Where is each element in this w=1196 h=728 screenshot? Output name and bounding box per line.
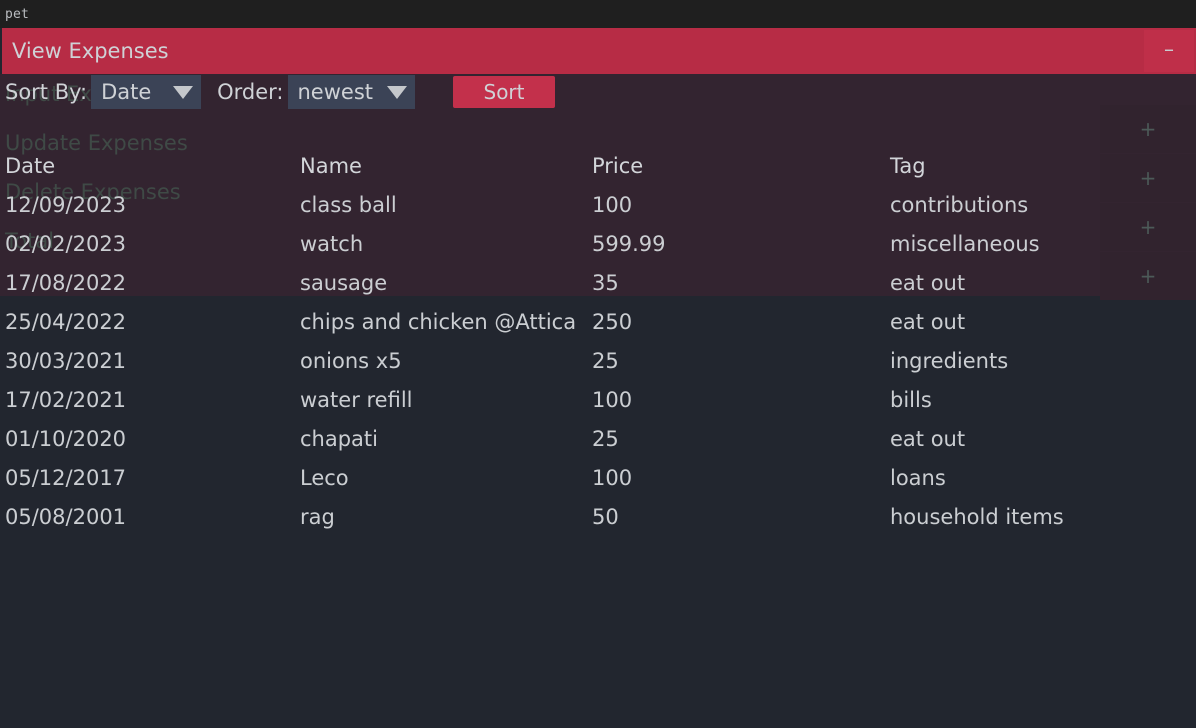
cell-price: 50: [592, 504, 619, 529]
table-row[interactable]: 25/04/2022 chips and chicken @Attica 250 ea…: [0, 302, 1196, 341]
order-select[interactable]: newest: [287, 75, 415, 109]
column-header-tag: Tag: [890, 153, 926, 178]
cell-tag: eat out: [890, 270, 966, 295]
chevron-down-icon: [173, 85, 194, 99]
order-value: newest: [297, 80, 374, 104]
table-row[interactable]: 01/10/2020 chapati 25 eat out: [0, 419, 1196, 458]
column-header-date: Date: [5, 153, 56, 178]
table-row[interactable]: 17/02/2021 water refill 100 bills: [0, 380, 1196, 419]
table-row[interactable]: 05/08/2001 rag 50 household items: [0, 497, 1196, 536]
cell-price: 100: [592, 387, 633, 412]
table-body: 12/09/2023 class ball 100 contributions 02/0…: [0, 185, 1196, 536]
cell-date: 17/02/2021: [5, 387, 127, 412]
sort-by-select[interactable]: Date: [91, 75, 202, 109]
sort-by-label: Sort By:: [5, 80, 88, 104]
expenses-table: Date Name Price Tag 12/09/2023 class ball…: [0, 146, 1196, 536]
cell-name: class ball: [300, 192, 397, 217]
terminal-text: pet: [5, 6, 30, 22]
table-row[interactable]: 30/03/2021 onions x5 25 ingredients: [0, 341, 1196, 380]
cell-price: 100: [592, 465, 633, 490]
cell-tag: bills: [890, 387, 932, 412]
cell-name: water refill: [300, 387, 413, 412]
cell-date: 05/08/2001: [5, 504, 127, 529]
cell-price: 599.99: [592, 231, 666, 256]
cell-name: onions x5: [300, 348, 402, 373]
table-row[interactable]: 05/12/2017 Leco 100 loans: [0, 458, 1196, 497]
cell-date: 02/02/2023: [5, 231, 127, 256]
cell-date: 17/08/2022: [5, 270, 127, 295]
window-title: View Expenses: [12, 39, 169, 63]
cell-tag: eat out: [890, 426, 966, 451]
cell-date: 25/04/2022: [5, 309, 127, 334]
cell-tag: miscellaneous: [890, 231, 1040, 256]
cell-price: 250: [592, 309, 633, 334]
cell-name: rag: [300, 504, 335, 529]
column-header-price: Price: [592, 153, 644, 178]
cell-tag: loans: [890, 465, 946, 490]
table-row[interactable]: 17/08/2022 sausage 35 eat out: [0, 263, 1196, 302]
cell-tag: contributions: [890, 192, 1029, 217]
title-bar: View Expenses –: [2, 28, 1196, 74]
cell-name: Leco: [300, 465, 349, 490]
cell-price: 25: [592, 348, 619, 373]
table-row[interactable]: 12/09/2023 class ball 100 contributions: [0, 185, 1196, 224]
sort-controls: Sort By: Date Order: newest Sort: [0, 74, 1196, 110]
cell-price: 100: [592, 192, 633, 217]
app-window: Input Expenses Update Expenses Delete Ex…: [0, 28, 1196, 728]
cell-tag: eat out: [890, 309, 966, 334]
column-header-name: Name: [300, 153, 362, 178]
minimize-icon: –: [1164, 37, 1174, 61]
terminal-strip: pet: [0, 0, 1196, 28]
cell-date: 05/12/2017: [5, 465, 127, 490]
sort-by-value: Date: [101, 80, 152, 104]
cell-tag: household items: [890, 504, 1064, 529]
cell-date: 30/03/2021: [5, 348, 127, 373]
cell-price: 25: [592, 426, 619, 451]
cell-name: chapati: [300, 426, 378, 451]
cell-date: 01/10/2020: [5, 426, 127, 451]
cell-date: 12/09/2023: [5, 192, 127, 217]
cell-name: chips and chicken @Attica: [300, 309, 577, 334]
table-header-row: Date Name Price Tag: [0, 146, 1196, 185]
order-label: Order:: [217, 80, 284, 104]
cell-price: 35: [592, 270, 619, 295]
minimize-button[interactable]: –: [1144, 30, 1194, 72]
table-row[interactable]: 02/02/2023 watch 599.99 miscellaneous: [0, 224, 1196, 263]
sort-button[interactable]: Sort: [453, 76, 555, 108]
cell-name: sausage: [300, 270, 388, 295]
cell-name: watch: [300, 231, 364, 256]
cell-tag: ingredients: [890, 348, 1009, 373]
chevron-down-icon: [387, 85, 407, 99]
